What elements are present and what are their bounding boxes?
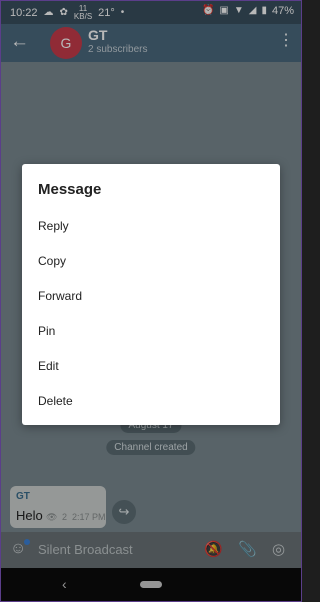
menu-item-label: Edit — [38, 359, 59, 373]
menu-item-edit[interactable]: Edit — [22, 349, 280, 383]
message-options-dialog: Message Reply Copy Forward Pin Edit Dele… — [22, 164, 280, 425]
menu-item-pin[interactable]: Pin — [22, 314, 280, 348]
menu-item-label: Forward — [38, 289, 83, 303]
dialog-title: Message — [38, 181, 102, 198]
menu-item-label: Copy — [38, 254, 67, 268]
menu-item-forward[interactable]: Forward — [22, 279, 280, 313]
menu-item-label: Delete — [38, 394, 73, 408]
menu-item-label: Reply — [38, 219, 69, 233]
menu-item-copy[interactable]: Copy — [22, 244, 280, 278]
menu-item-delete[interactable]: Delete — [22, 384, 280, 418]
phone-screen: 10:22 ☁ ✿ 11 KB/S 21° • ⏰ ▣ ▼ ◢ ▮ 47% ← … — [0, 0, 302, 602]
menu-item-label: Pin — [38, 324, 56, 338]
menu-item-reply[interactable]: Reply — [22, 209, 280, 243]
